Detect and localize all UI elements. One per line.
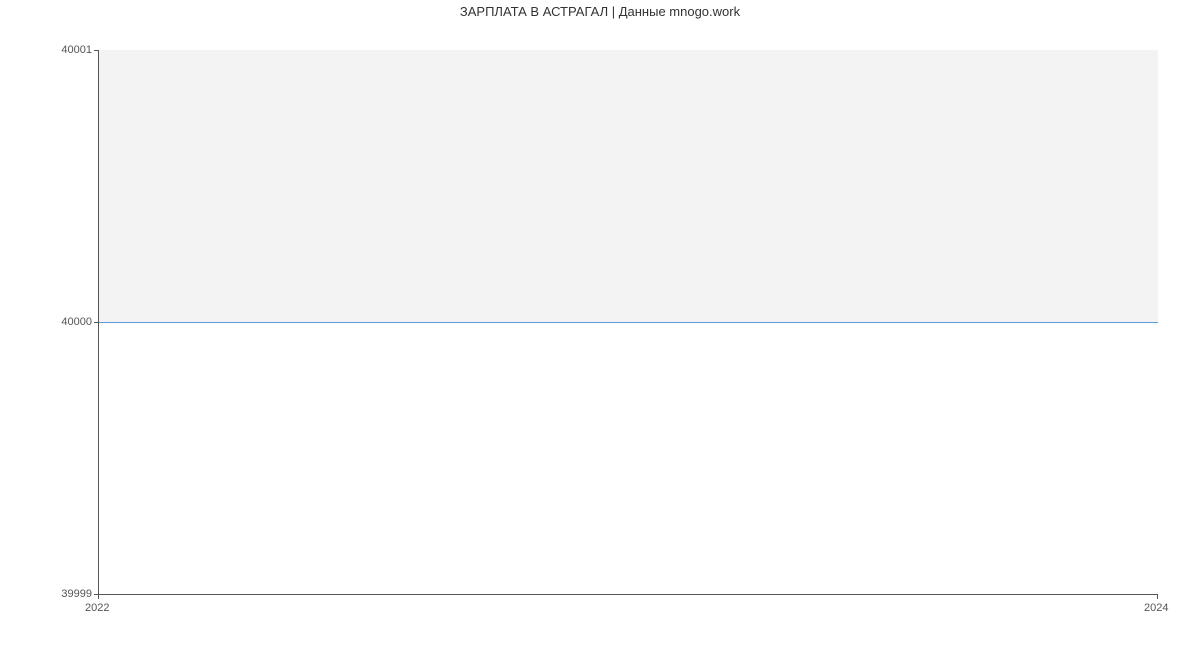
- chart-title: ЗАРПЛАТА В АСТРАГАЛ | Данные mnogo.work: [0, 0, 1200, 23]
- x-tick-mark: [1157, 595, 1158, 599]
- y-tick-label: 39999: [42, 588, 92, 600]
- x-tick-label: 2024: [1144, 602, 1168, 614]
- plot-area: [98, 50, 1158, 595]
- y-tick-label: 40001: [42, 44, 92, 56]
- x-tick-label: 2022: [85, 602, 109, 614]
- y-tick-mark: [94, 322, 98, 323]
- plot-unshaded-region: [98, 323, 1158, 595]
- plot-shaded-region: [98, 50, 1158, 323]
- y-axis-line: [98, 50, 99, 595]
- x-axis-line: [98, 594, 1158, 595]
- y-tick-mark: [94, 50, 98, 51]
- chart-container: ЗАРПЛАТА В АСТРАГАЛ | Данные mnogo.work …: [0, 0, 1200, 650]
- x-tick-mark: [98, 595, 99, 599]
- y-tick-label: 40000: [42, 316, 92, 328]
